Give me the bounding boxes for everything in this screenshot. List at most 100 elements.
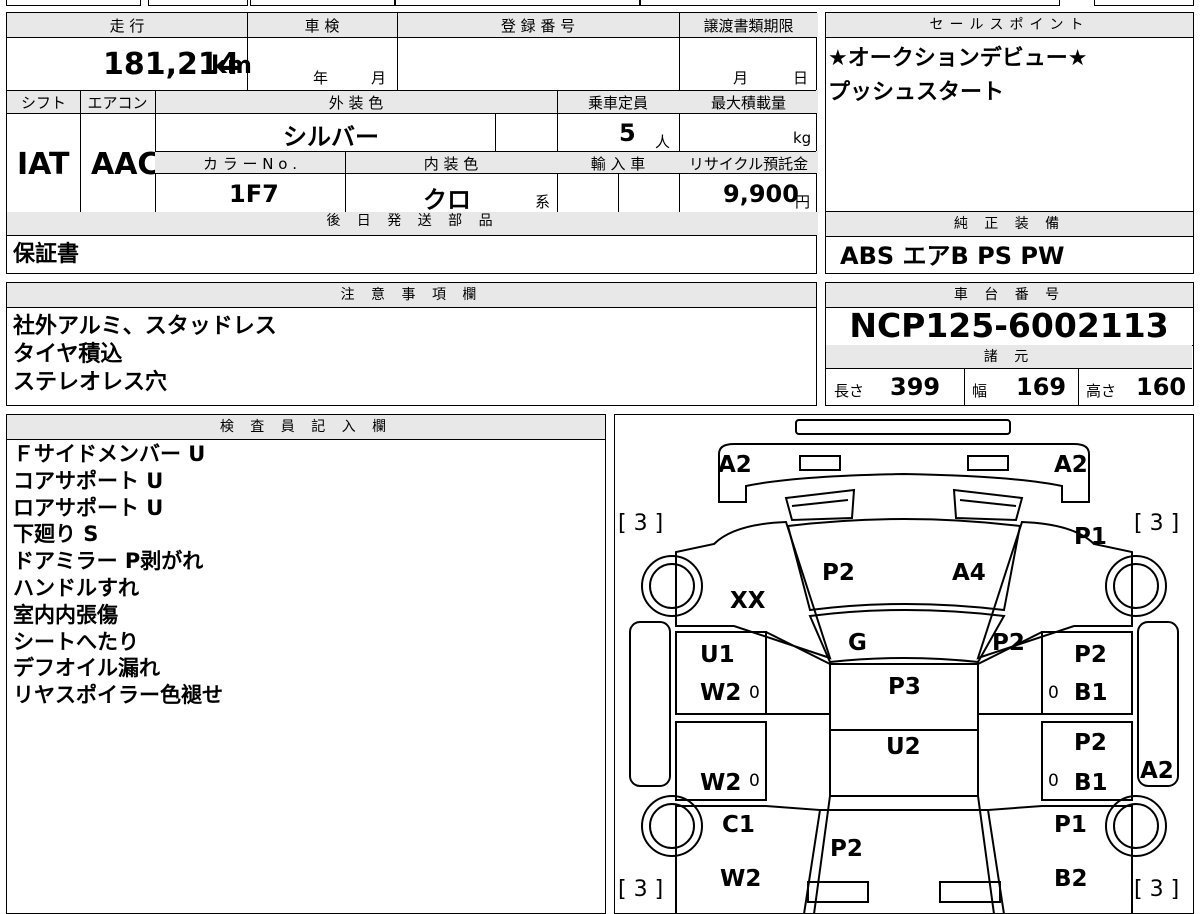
diagram-zero: 0 — [1048, 683, 1059, 703]
inspection-year: 年 — [313, 69, 329, 87]
equipment-box: 純 正 装 備 ABS エアB PS PW — [825, 211, 1194, 274]
transfer-day: 日 — [793, 69, 809, 87]
max-load-header: 最大積載量 — [710, 94, 786, 112]
diagram-label-door-fl-1: U1 — [700, 642, 735, 668]
chassis-box: 車 台 番 号 NCP125-6002113 諸 元 長さ 399 幅 169 … — [825, 282, 1194, 406]
diagram-zero: 0 — [1048, 771, 1059, 791]
inspector-line: ドアミラー P剥がれ — [13, 549, 204, 574]
interior-color-value: クロ — [423, 186, 471, 214]
notes-line: 社外アルミ、スタッドレス — [13, 314, 277, 339]
import-header: 輸 入 車 — [590, 155, 646, 173]
ac-value: AAC — [91, 147, 160, 182]
inspector-line: ハンドルすれ — [13, 575, 139, 600]
diagram-label-door-rr-2: B1 — [1074, 770, 1108, 796]
tire-label-rr: [ 3 ] — [1134, 877, 1179, 902]
height-label: 高さ — [1086, 382, 1117, 400]
diagram-label-roof-rear: U2 — [886, 734, 921, 760]
car-diagram: A2 A2 P1 P2 A4 XX G P2 U1 W2 P2 B1 P3 U2… — [618, 418, 1179, 914]
recycle-unit: 円 — [795, 193, 811, 211]
mileage-header: 走 行 — [109, 17, 145, 35]
top-strip — [0, 0, 1200, 8]
transfer-header: 譲渡書類期限 — [703, 17, 794, 35]
color-no-header: カ ラ ー N o . — [202, 155, 297, 173]
diagram-label-rear-l: W2 — [720, 866, 761, 892]
shift-header: シフト — [20, 94, 66, 112]
inspection-header: 車 検 — [304, 17, 340, 35]
diagram-label-door-fr-2: B1 — [1074, 680, 1108, 706]
sales-point-line: プッシュスタート — [828, 80, 1005, 105]
length-label: 長さ — [834, 382, 865, 400]
recycle-header: リサイクル預託金 — [688, 155, 809, 173]
diagram-label-door-rr-1: P2 — [1074, 730, 1107, 756]
diagram-label-front-right: A2 — [1054, 452, 1088, 478]
later-parts-value: 保証書 — [13, 242, 80, 267]
inspector-list: Ｆサイドメンバー U コアサポート U ロアサポート U 下廻り S ドアミラー… — [13, 441, 223, 709]
registration-header: 登 録 番 号 — [500, 17, 576, 35]
diagram-label-windshield: G — [848, 630, 867, 656]
chassis-header: 車 台 番 号 — [826, 283, 1193, 308]
capacity-unit: 人 — [655, 133, 671, 151]
color-no-value: 1F7 — [229, 180, 279, 208]
diagram-label-fender-fr: P1 — [1074, 524, 1107, 550]
notes-line: ステレオレス穴 — [13, 370, 168, 395]
diagram-label-roof: P3 — [888, 674, 921, 700]
inspector-line: シートへたり — [13, 629, 139, 654]
diagram-label-trunk: P2 — [830, 836, 863, 862]
chassis-number: NCP125-6002113 — [849, 306, 1169, 345]
sales-point-line: ★オークションデビュー★ — [828, 46, 1088, 71]
inspector-line: 下廻り S — [13, 522, 99, 547]
length-value: 399 — [890, 373, 941, 401]
car-diagram-box: A2 A2 P1 P2 A4 XX G P2 U1 W2 P2 B1 P3 U2… — [614, 414, 1194, 914]
inspector-line: Ｆサイドメンバー U — [13, 442, 206, 466]
inspector-line: コアサポート U — [13, 468, 164, 493]
capacity-header: 乗車定員 — [587, 94, 648, 112]
diagram-label-door-rl-1: W2 — [700, 770, 741, 796]
inspector-header: 検 査 員 記 入 欄 — [7, 415, 605, 440]
recycle-fee: 9,900 — [723, 180, 799, 208]
equipment-value: ABS エアB PS PW — [840, 242, 1065, 270]
diagram-label-qtr-l: C1 — [722, 812, 755, 838]
mileage-unit: km — [211, 51, 252, 79]
height-value: 160 — [1136, 373, 1187, 401]
notes-line: タイヤ積込 — [13, 342, 123, 367]
interior-color-suffix: 系 — [535, 193, 551, 211]
ac-header: エアコン — [87, 94, 148, 112]
diagram-label-front-left: A2 — [718, 452, 752, 478]
interior-color-header: 内 装 色 — [423, 155, 479, 173]
inspector-line: デフオイル漏れ — [13, 656, 160, 681]
inspector-line: リヤスポイラー色褪せ — [13, 683, 223, 708]
diagram-label-qtr-r: P1 — [1054, 812, 1087, 838]
diagram-label-rear-r: B2 — [1054, 866, 1088, 892]
diagram-label-door-fr-1: P2 — [1074, 642, 1107, 668]
specs-header: 諸 元 — [826, 345, 1192, 369]
diagram-label-pillar-r: P2 — [992, 630, 1025, 656]
tire-label-rl: [ 3 ] — [618, 877, 663, 902]
exterior-color-value: シルバー — [283, 123, 379, 151]
exterior-color-header: 外 装 色 — [328, 94, 384, 112]
notes-box: 注 意 事 項 欄 社外アルミ、スタッドレス タイヤ積込 ステレオレス穴 — [6, 282, 817, 406]
tire-label-fr: [ 3 ] — [1134, 511, 1179, 536]
equipment-header: 純 正 装 備 — [826, 212, 1193, 237]
shift-value: IAT — [17, 147, 70, 182]
transfer-month: 月 — [733, 69, 749, 87]
sales-points-header: セールスポイント — [826, 13, 1193, 38]
capacity-value: 5 — [619, 119, 636, 147]
diagram-label-door-fl-2: W2 — [700, 680, 741, 706]
diagram-zero: 0 — [749, 771, 760, 791]
inspector-line: ロアサポート U — [13, 495, 164, 520]
diagram-label-hood-r: A4 — [952, 560, 986, 586]
max-load-unit: kg — [793, 129, 812, 147]
diagram-label-fender-fl: XX — [730, 588, 766, 614]
sales-points-box: セールスポイント ★オークションデビュー★ プッシュスタート — [825, 12, 1194, 213]
inspector-box: 検 査 員 記 入 欄 Ｆサイドメンバー U コアサポート U ロアサポート U… — [6, 414, 606, 914]
notes-header: 注 意 事 項 欄 — [7, 283, 816, 308]
diagram-label-side-r: A2 — [1140, 758, 1174, 784]
width-label: 幅 — [972, 382, 988, 400]
vehicle-info-box: 走 行 車 検 登 録 番 号 譲渡書類期限 181,214 km 年 月 月 … — [6, 12, 818, 274]
inspector-line: 室内内張傷 — [13, 602, 118, 627]
diagram-zero: 0 — [749, 683, 760, 703]
diagram-label-hood-l: P2 — [822, 560, 855, 586]
later-parts-header: 後 日 発 送 部 品 — [7, 212, 818, 235]
inspection-month: 月 — [371, 69, 387, 87]
tire-label-fl: [ 3 ] — [618, 511, 663, 536]
